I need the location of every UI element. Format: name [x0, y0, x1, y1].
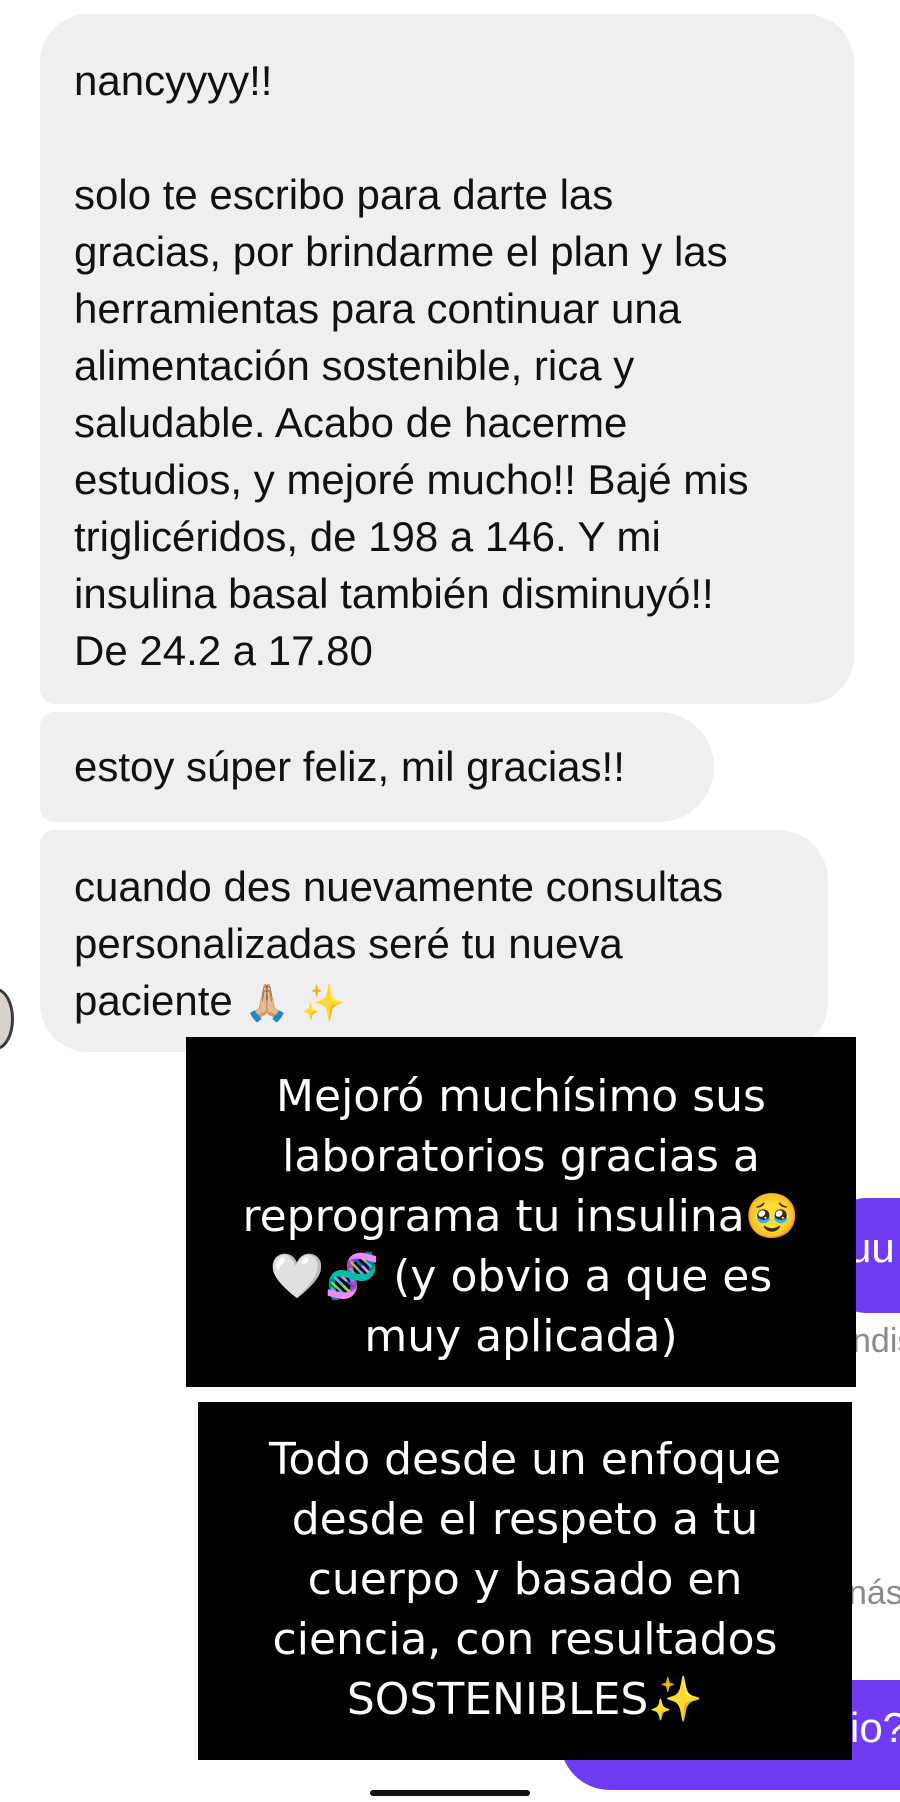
message-bubble-received[interactable]: estoy súper feliz, mil gracias!!	[40, 712, 714, 822]
message-text: cuando des nuevamente consultas personal…	[74, 863, 724, 1024]
home-indicator	[370, 1790, 530, 1796]
story-caption-overlay: Mejoró muchísimo sus laboratorios gracia…	[186, 1037, 856, 1387]
partial-text: nás	[848, 1574, 900, 1612]
story-caption-overlay: Todo desde un enfoque desde el respeto a…	[198, 1402, 852, 1760]
sender-avatar[interactable]	[0, 988, 14, 1050]
message-bubble-received[interactable]: cuando des nuevamente consultas personal…	[40, 830, 828, 1052]
message-bubble-received[interactable]: nancyyyy!! solo te escribo para darte la…	[40, 14, 854, 704]
sent-message-text: io?	[850, 1704, 900, 1751]
pray-sparkles-emoji: 🙏🏼 ✨	[244, 983, 346, 1024]
partial-text: ndis	[852, 1322, 900, 1360]
